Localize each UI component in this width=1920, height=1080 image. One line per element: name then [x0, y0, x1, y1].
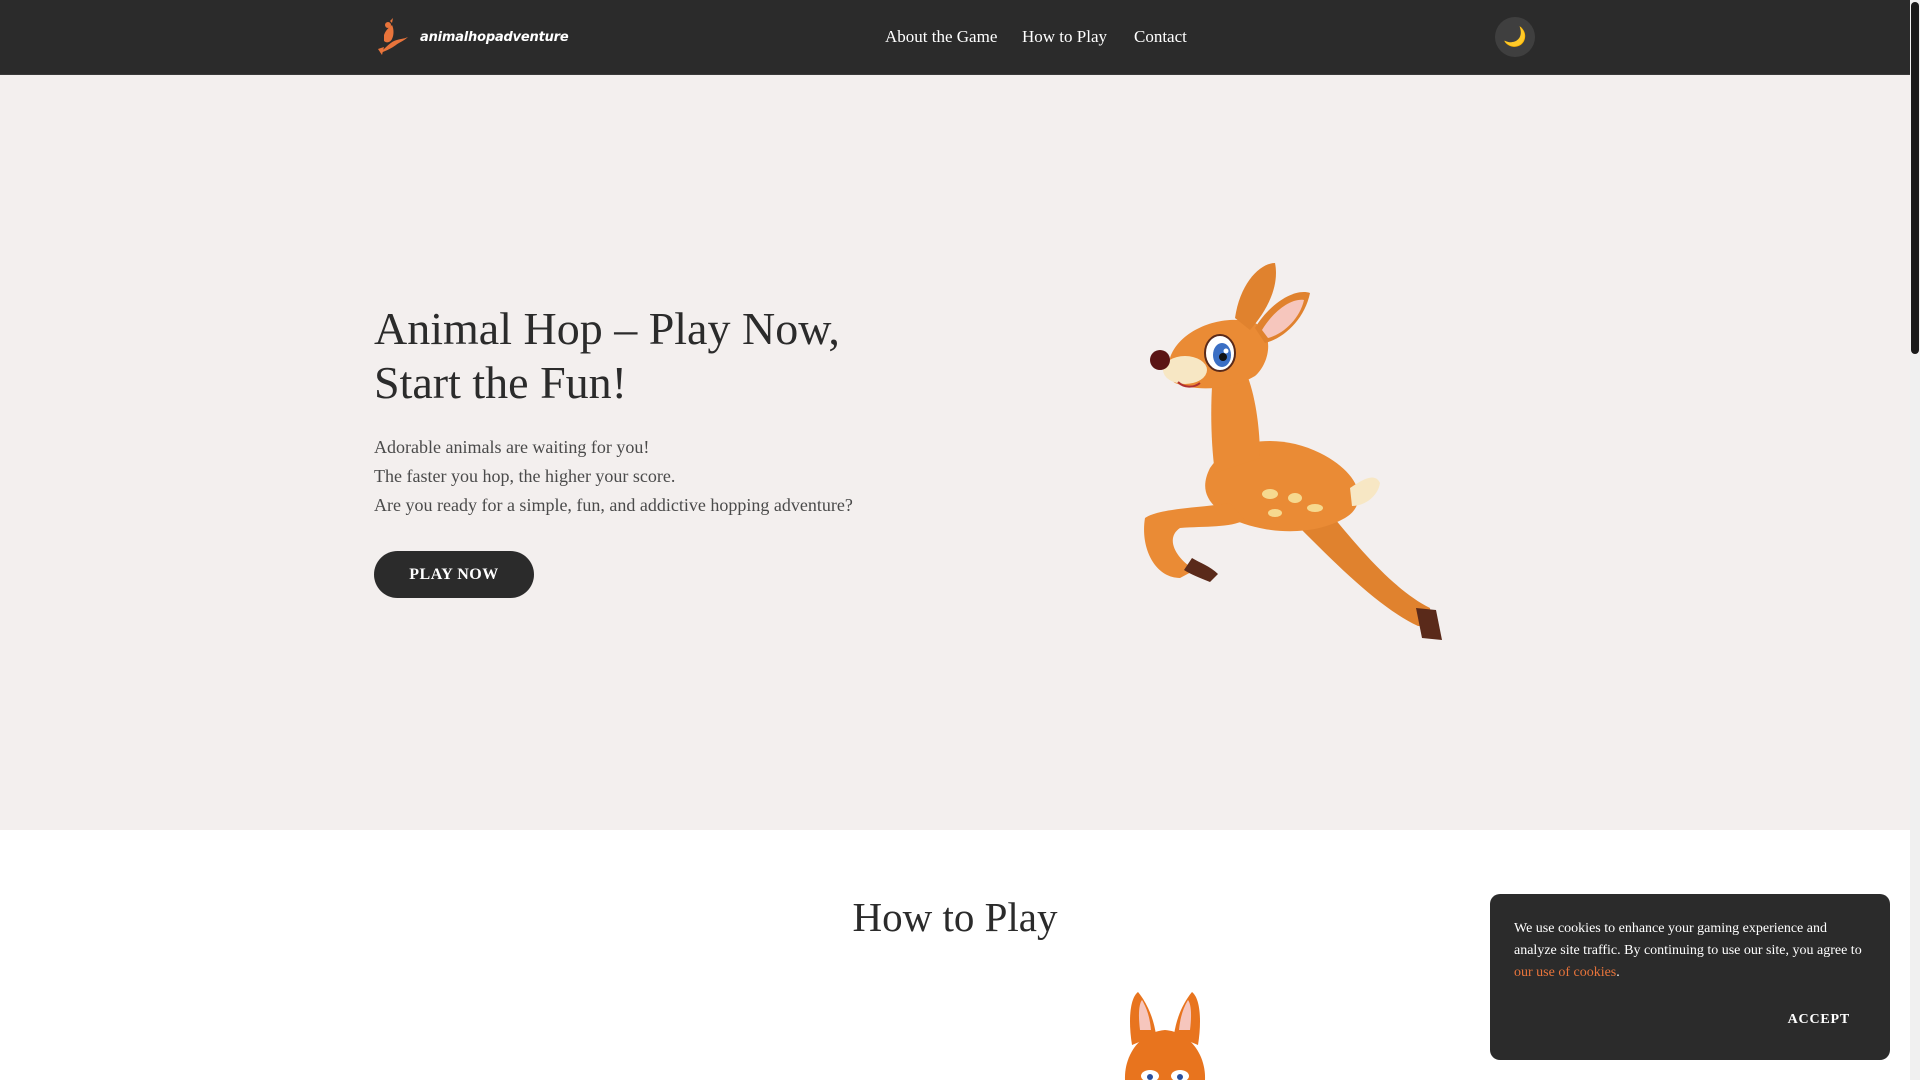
nav-contact[interactable]: Contact: [1134, 27, 1187, 47]
cookie-message: We use cookies to enhance your gaming ex…: [1514, 918, 1866, 984]
accept-cookies-button[interactable]: ACCEPT: [1788, 1012, 1850, 1028]
scrollbar-thumb[interactable]: [1911, 2, 1919, 354]
site-header: animalhopadventure About the Game How to…: [0, 0, 1910, 75]
cookie-text-end: .: [1616, 965, 1620, 980]
theme-toggle-button[interactable]: 🌙: [1495, 17, 1535, 57]
deer-illustration: [1144, 263, 1442, 640]
logo[interactable]: animalhopadventure: [374, 14, 569, 60]
logo-text: animalhopadventure: [420, 29, 569, 45]
nav-how-to-play[interactable]: How to Play: [1022, 27, 1107, 47]
cookie-banner: We use cookies to enhance your gaming ex…: [1490, 894, 1890, 1060]
deer-logo-icon: [378, 18, 408, 55]
cookie-text: We use cookies to enhance your gaming ex…: [1514, 921, 1862, 958]
cookie-policy-link[interactable]: our use of cookies: [1514, 965, 1616, 980]
hero-description: Adorable animals are waiting for you! Th…: [374, 433, 853, 520]
moon-icon: 🌙: [1503, 26, 1527, 48]
play-now-button[interactable]: PLAY NOW: [374, 551, 534, 598]
hero-line: The faster you hop, the higher your scor…: [374, 466, 676, 486]
hero-line: Are you ready for a simple, fun, and add…: [374, 495, 853, 515]
hero-section: [0, 75, 1910, 830]
hero-line: Adorable animals are waiting for you!: [374, 437, 650, 457]
fox-illustration: [1124, 992, 1206, 1080]
hero-title: Animal Hop – Play Now, Start the Fun!: [374, 303, 840, 408]
nav-about[interactable]: About the Game: [885, 27, 997, 47]
